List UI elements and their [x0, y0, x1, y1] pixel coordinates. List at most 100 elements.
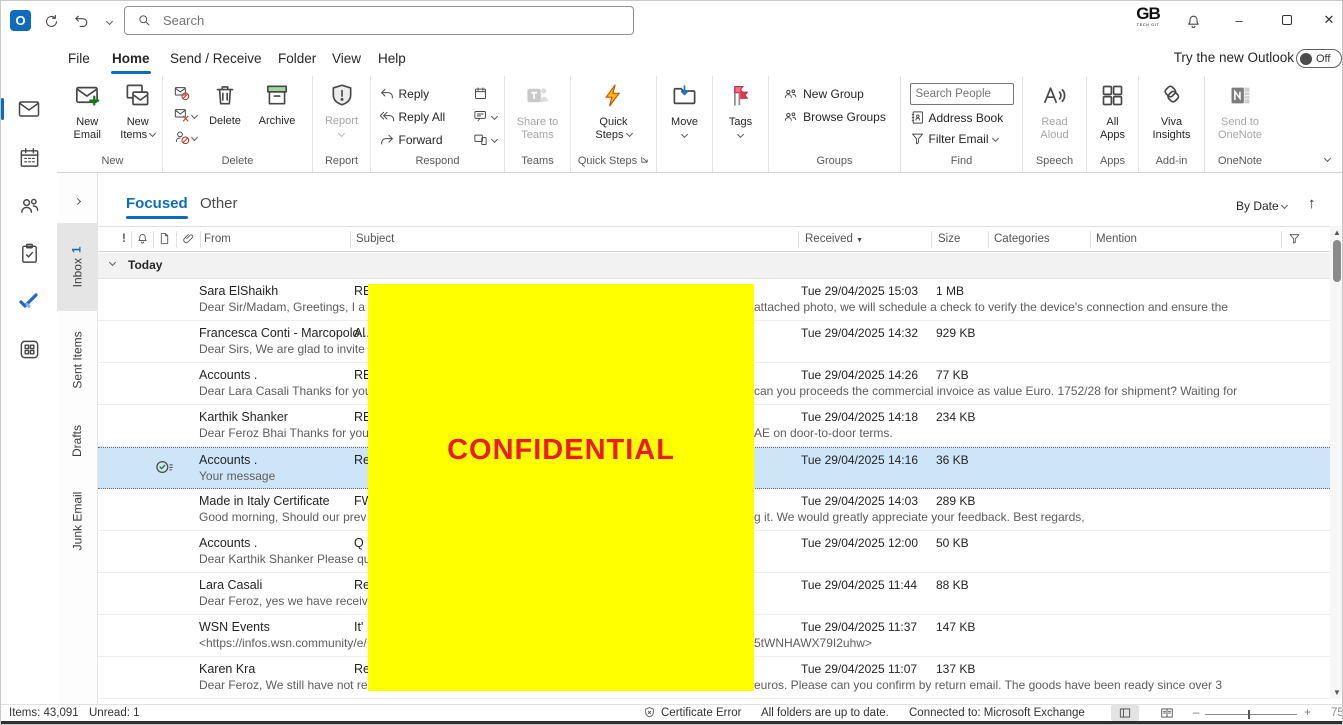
- col-size[interactable]: Size: [938, 233, 960, 245]
- maximize-button[interactable]: [1264, 1, 1310, 39]
- col-importance[interactable]: !: [122, 233, 126, 245]
- try-new-outlook-label: Try the new Outlook: [1173, 50, 1294, 65]
- search-people-input[interactable]: [909, 83, 1014, 105]
- filter-email-button[interactable]: Filter Email: [910, 130, 1014, 147]
- folder-junk-email[interactable]: Junk Email: [57, 477, 98, 565]
- zoom-in-button[interactable]: +: [1304, 707, 1311, 719]
- zoom-slider[interactable]: [1205, 714, 1297, 715]
- group-label-addin: Add-in: [1155, 155, 1188, 167]
- account-logo[interactable]: GB TECH GIT: [1131, 5, 1165, 27]
- block-sender-button[interactable]: [174, 129, 199, 145]
- zoom-slider-thumb[interactable]: [1248, 710, 1250, 719]
- tab-folder[interactable]: Folder: [275, 49, 319, 68]
- minimize-button[interactable]: –: [1216, 1, 1262, 39]
- folder-pane-collapsed: Inbox 1 Sent Items Drafts Junk Email: [57, 173, 98, 704]
- send-to-onenote-button[interactable]: Send to OneNote: [1214, 79, 1266, 155]
- address-book-button[interactable]: Address Book: [910, 109, 1014, 126]
- group-label-report: Report: [324, 155, 359, 167]
- col-from[interactable]: From: [204, 233, 231, 245]
- col-received[interactable]: Received ▼: [805, 233, 863, 245]
- ribbon-group-speech: Read Aloud Speech: [1023, 76, 1087, 172]
- search-bar[interactable]: [124, 6, 634, 35]
- tab-home[interactable]: Home: [109, 49, 153, 74]
- todo-module-button[interactable]: [15, 287, 43, 315]
- filter-column-icon[interactable]: [1288, 232, 1301, 248]
- tab-focused[interactable]: Focused: [126, 195, 188, 219]
- col-categories[interactable]: Categories: [994, 233, 1050, 245]
- read-aloud-button[interactable]: Read Aloud: [1029, 79, 1081, 155]
- new-outlook-toggle[interactable]: Off: [1296, 49, 1342, 68]
- undo-button[interactable]: [69, 9, 93, 33]
- report-button[interactable]: Report: [316, 79, 368, 155]
- ribbon-group-quick-steps: Quick Steps Quick Steps: [571, 76, 657, 172]
- junk-button[interactable]: [174, 107, 199, 123]
- close-button[interactable]: ✕: [1306, 1, 1342, 39]
- meeting-button[interactable]: [473, 85, 497, 102]
- browse-groups-button[interactable]: Browse Groups: [783, 108, 886, 125]
- expand-folder-pane-button[interactable]: [57, 189, 98, 213]
- notifications-button[interactable]: [1181, 9, 1205, 33]
- people-module-button[interactable]: [15, 191, 43, 219]
- reply-button[interactable]: Reply: [379, 85, 463, 102]
- reply-with-im-button[interactable]: [473, 108, 498, 125]
- tab-file[interactable]: File: [65, 49, 93, 68]
- share-to-teams-button[interactable]: Share to Teams: [512, 79, 564, 155]
- certificate-error-icon[interactable]: [643, 706, 656, 722]
- certificate-error-label[interactable]: Certificate Error: [661, 707, 742, 719]
- col-attachment-icon[interactable]: [182, 232, 195, 248]
- folder-inbox[interactable]: Inbox 1: [57, 223, 98, 311]
- reading-view-button[interactable]: [1153, 705, 1181, 721]
- ribbon-group-move: Move: [657, 76, 713, 172]
- search-input[interactable]: [161, 12, 581, 29]
- ribbon-tab-bar: File Home Send / Receive Folder View Hel…: [57, 41, 1342, 76]
- tab-view[interactable]: View: [329, 49, 364, 68]
- ribbon-group-onenote: Send to OneNote OneNote: [1205, 76, 1275, 172]
- new-email-icon: [74, 82, 101, 113]
- sort-direction-button[interactable]: ↑: [1308, 195, 1316, 212]
- scroll-up-arrow[interactable]: ▲: [1330, 228, 1342, 237]
- sort-by-dropdown[interactable]: By Date: [1236, 199, 1289, 213]
- zoom-out-button[interactable]: –: [1193, 707, 1199, 719]
- respond-devices-button[interactable]: [473, 131, 498, 148]
- tasks-module-button[interactable]: [15, 239, 43, 267]
- people-icon: [20, 198, 38, 213]
- dialog-launcher-icon[interactable]: [640, 155, 649, 164]
- viva-insights-button[interactable]: Viva Insights: [1146, 79, 1198, 155]
- col-subject[interactable]: Subject: [356, 233, 394, 245]
- folder-drafts[interactable]: Drafts: [57, 409, 98, 473]
- quick-steps-button[interactable]: Quick Steps: [583, 79, 645, 155]
- mail-module-button[interactable]: [15, 95, 43, 123]
- new-email-button[interactable]: New Email: [63, 79, 112, 155]
- calendar-module-button[interactable]: [15, 143, 43, 171]
- send-receive-sync-button[interactable]: [39, 9, 63, 33]
- bell-icon: [1187, 15, 1199, 28]
- col-item-type-icon[interactable]: [158, 232, 171, 248]
- flag-icon: [727, 82, 754, 113]
- quick-access-toolbar-menu[interactable]: [97, 9, 121, 33]
- delete-button[interactable]: Delete: [201, 79, 249, 155]
- tags-button[interactable]: Tags: [715, 79, 767, 155]
- tab-send-receive[interactable]: Send / Receive: [167, 49, 265, 68]
- forward-button[interactable]: Forward: [379, 131, 463, 148]
- vertical-scrollbar[interactable]: ▲ ▼: [1330, 226, 1342, 699]
- new-items-button[interactable]: New Items: [114, 79, 163, 155]
- taskbar-edge-strip: [1, 721, 1342, 724]
- all-apps-button[interactable]: All Apps: [1087, 79, 1138, 155]
- group-label-onenote: OneNote: [1217, 155, 1263, 167]
- reply-all-button[interactable]: Reply All: [379, 108, 463, 125]
- col-reminder-bell-icon[interactable]: [136, 232, 149, 248]
- scroll-down-arrow[interactable]: ▼: [1330, 688, 1342, 697]
- scrollbar-thumb[interactable]: [1333, 240, 1341, 282]
- folder-sent-items[interactable]: Sent Items: [57, 315, 98, 405]
- tab-other[interactable]: Other: [200, 195, 238, 212]
- group-header-today[interactable]: Today: [98, 253, 1330, 279]
- normal-view-button[interactable]: [1111, 705, 1139, 721]
- ignore-button[interactable]: [174, 85, 197, 101]
- new-group-button[interactable]: New Group: [783, 85, 886, 102]
- confidential-overlay: CONFIDENTIAL: [368, 284, 754, 691]
- archive-button[interactable]: Archive: [251, 79, 303, 155]
- col-mention[interactable]: Mention: [1096, 233, 1137, 245]
- tab-help[interactable]: Help: [375, 49, 409, 68]
- more-apps-button[interactable]: [15, 335, 43, 363]
- move-button[interactable]: Move: [659, 79, 711, 155]
